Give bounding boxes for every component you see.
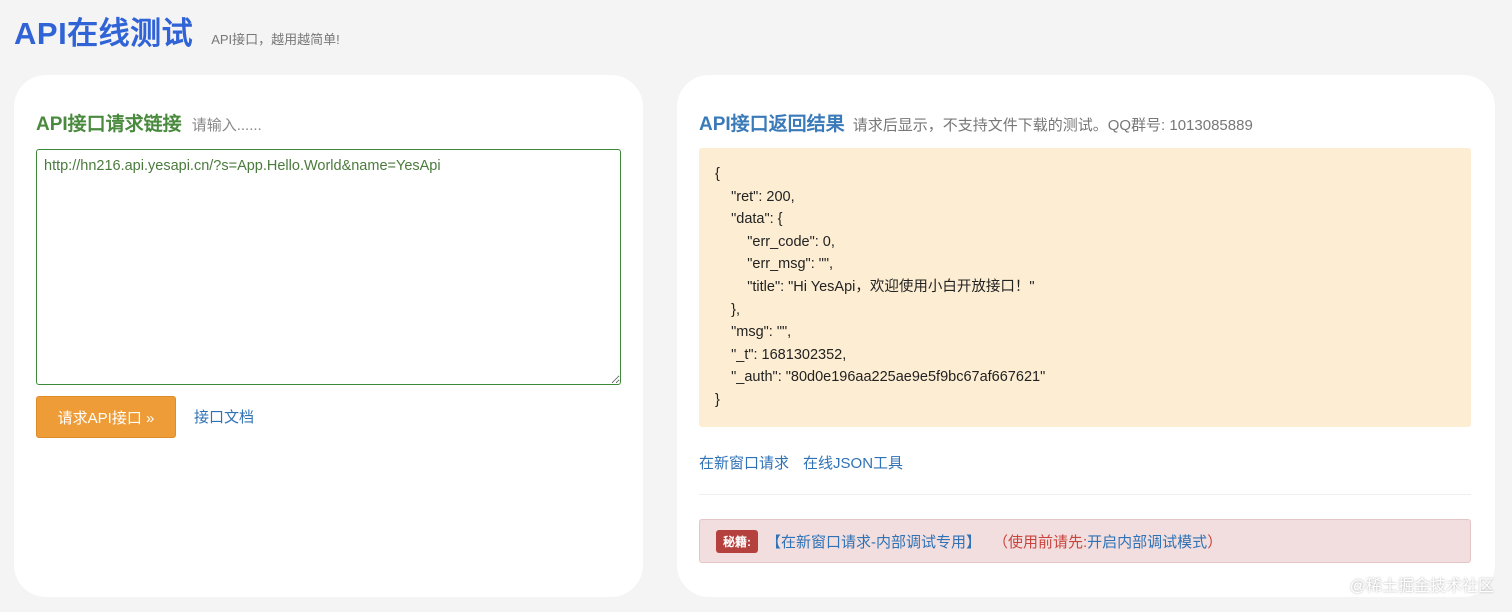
watermark: @稀土掘金技术社区 xyxy=(1349,578,1494,595)
json-line: "_auth": "80d0e196aa225ae9e5f9bc67af6676… xyxy=(715,369,1046,386)
divider xyxy=(699,494,1471,495)
online-json-tool-link[interactable]: 在线JSON工具 xyxy=(803,452,903,473)
tip-badge: 秘籍: xyxy=(716,529,758,553)
request-panel-hint: 请输入...... xyxy=(191,117,262,134)
json-line: "data": { xyxy=(715,211,783,228)
request-panel: API接口请求链接 请输入...... http://hn216.api.yes… xyxy=(14,75,643,597)
result-panel-hint: 请求后显示，不支持文件下载的测试。QQ群号: 1013085889 xyxy=(852,117,1253,134)
tip-alert: 秘籍: 【在新窗口请求-内部调试专用】 （使用前请先:开启内部调试模式） xyxy=(699,519,1471,563)
json-line: "err_code": 0, xyxy=(715,233,835,250)
api-url-input[interactable]: http://hn216.api.yesapi.cn/?s=App.Hello.… xyxy=(36,149,621,385)
json-line: "_t": 1681302352, xyxy=(715,346,847,363)
api-docs-link[interactable]: 接口文档 xyxy=(194,406,254,427)
json-line: "err_msg": "", xyxy=(715,256,834,273)
site-subtitle: API接口，越用越简单! xyxy=(211,32,340,47)
request-panel-heading: API接口请求链接 请输入...... xyxy=(36,109,262,136)
request-api-button[interactable]: 请求API接口 » xyxy=(36,396,176,438)
tip-note: （使用前请先:开启内部调试模式） xyxy=(993,531,1222,552)
tip-note-prefix: （使用前请先: xyxy=(993,533,1088,551)
tip-note-suffix: ） xyxy=(1207,533,1223,551)
json-line: "title": "Hi YesApi，欢迎使用小白开放接口！" xyxy=(715,278,1035,295)
result-panel-heading: API接口返回结果 请求后显示，不支持文件下载的测试。QQ群号: 1013085… xyxy=(699,109,1253,136)
new-window-request-link[interactable]: 在新窗口请求 xyxy=(699,452,789,473)
enable-debug-mode-link[interactable]: 开启内部调试模式 xyxy=(1087,534,1207,551)
site-title: API在线测试 xyxy=(14,16,194,51)
request-panel-title: API接口请求链接 xyxy=(36,114,182,135)
json-result-box: { "ret": 200, "data": { "err_code": 0, "… xyxy=(699,148,1471,427)
json-line: "ret": 200, xyxy=(715,188,795,205)
result-links: 在新窗口请求 在线JSON工具 xyxy=(699,452,903,473)
json-line: }, xyxy=(715,301,740,318)
result-panel-title: API接口返回结果 xyxy=(699,114,845,135)
page-header: API在线测试 API接口，越用越简单! xyxy=(14,8,340,51)
internal-debug-request-link[interactable]: 【在新窗口请求-内部调试专用】 xyxy=(766,531,981,552)
result-panel: API接口返回结果 请求后显示，不支持文件下载的测试。QQ群号: 1013085… xyxy=(677,75,1495,597)
json-line: "msg": "", xyxy=(715,324,792,341)
json-line: } xyxy=(715,391,720,408)
json-line: { xyxy=(715,166,720,182)
